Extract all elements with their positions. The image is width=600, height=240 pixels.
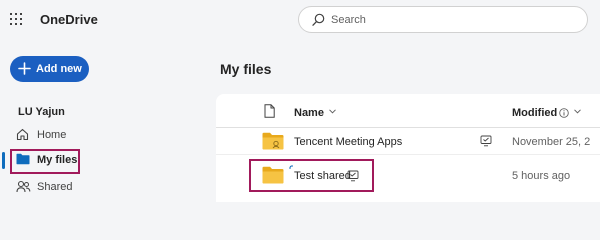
shared-icon xyxy=(480,135,492,147)
add-new-button[interactable]: Add new xyxy=(10,56,89,82)
active-indicator xyxy=(2,152,5,169)
sidebar-item-label: Shared xyxy=(37,181,73,193)
table-row[interactable]: Tencent Meeting Apps November 25, 2 xyxy=(216,128,600,155)
column-header-modified[interactable]: Modified xyxy=(512,107,557,119)
column-header-name[interactable]: Name xyxy=(294,107,324,119)
chevron-down-icon[interactable] xyxy=(329,109,336,114)
file-type-icon[interactable] xyxy=(264,104,275,118)
plus-icon xyxy=(18,62,31,75)
sidebar-item-label: Home xyxy=(37,129,67,141)
home-icon xyxy=(16,128,29,141)
add-new-label: Add new xyxy=(36,63,82,75)
folder-icon xyxy=(262,132,284,150)
sidebar-item-shared[interactable]: Shared xyxy=(16,178,86,196)
modified-date: 5 hours ago xyxy=(512,170,571,182)
app-title[interactable]: OneDrive xyxy=(40,12,98,27)
highlight-box xyxy=(10,149,80,174)
chevron-down-icon[interactable] xyxy=(574,109,581,114)
search-icon xyxy=(312,13,325,26)
app-launcher-icon[interactable] xyxy=(10,13,22,25)
modified-date: November 25, 2 xyxy=(512,136,591,148)
highlight-box xyxy=(249,159,374,192)
file-list-header: Name Modified xyxy=(216,94,600,128)
user-name: LU Yajun xyxy=(18,106,65,118)
page-title: My files xyxy=(220,61,272,77)
sidebar-item-home[interactable]: Home xyxy=(16,126,86,144)
file-name[interactable]: Tencent Meeting Apps xyxy=(294,136,402,148)
search-box[interactable] xyxy=(298,6,588,33)
people-icon xyxy=(16,180,31,193)
info-icon[interactable] xyxy=(559,108,569,118)
search-input[interactable] xyxy=(331,12,571,28)
